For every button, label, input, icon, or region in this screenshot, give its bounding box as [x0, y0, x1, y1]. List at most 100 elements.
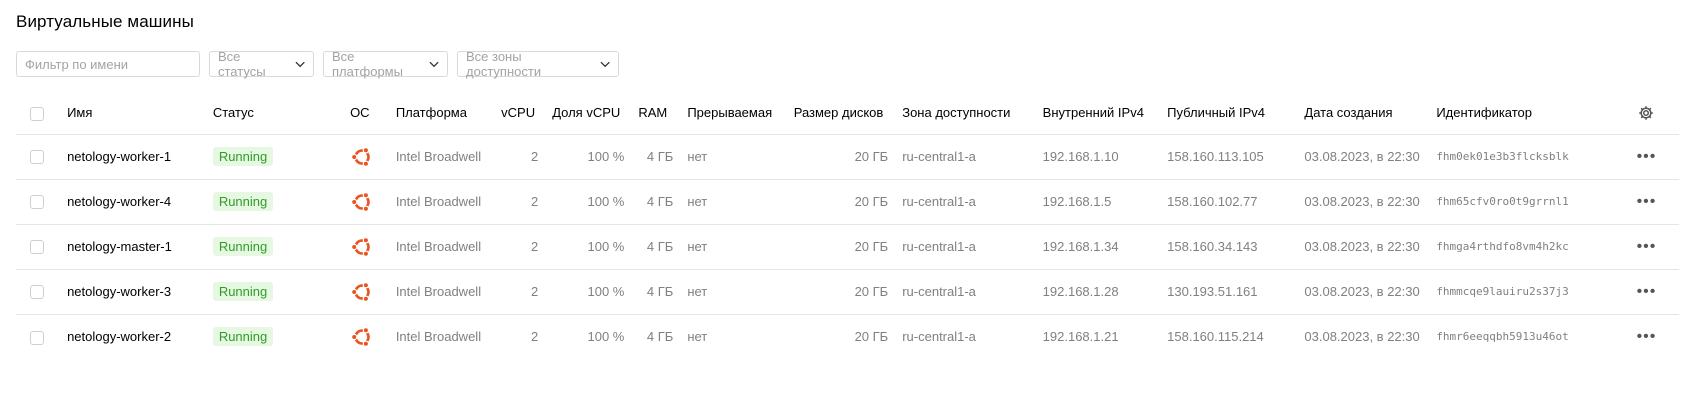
ubuntu-icon [351, 326, 370, 347]
vm-public-ip: 130.193.51.161 [1167, 284, 1258, 299]
vm-name[interactable]: netology-master-1 [67, 224, 213, 269]
vm-preemptible: нет [687, 194, 708, 209]
table-row[interactable]: netology-worker-3 Running Intel Broadwel… [16, 269, 1679, 314]
chevron-down-icon [295, 61, 305, 67]
row-checkbox[interactable] [30, 240, 44, 255]
vm-name[interactable]: netology-worker-3 [67, 269, 213, 314]
header-vcpu[interactable]: vCPU [501, 92, 552, 134]
vm-public-ip: 158.160.113.105 [1167, 149, 1264, 164]
vm-id[interactable]: fhmga4rthdfo8vm4h2kc [1436, 224, 1614, 269]
header-disk-size[interactable]: Размер дисков [794, 92, 903, 134]
header-preemptible[interactable]: Прерываемая [687, 92, 793, 134]
vm-name[interactable]: netology-worker-1 [67, 134, 213, 179]
header-status[interactable]: Статус [213, 92, 350, 134]
vm-os-cell [350, 269, 396, 314]
vm-name[interactable]: netology-worker-4 [67, 179, 213, 224]
header-internal-ip[interactable]: Внутренний IPv4 [1043, 92, 1167, 134]
zone-filter-label: Все зоны доступности [466, 49, 542, 79]
vm-list-page: Виртуальные машины Все статусы Все платф… [0, 0, 1695, 403]
vm-ram: 4 ГБ [646, 284, 674, 299]
gear-icon[interactable] [1638, 105, 1654, 121]
zone-filter-select[interactable]: Все зоны доступности [457, 49, 619, 79]
vm-os-cell [350, 179, 396, 224]
vm-vcpu-share: 100 % [587, 194, 625, 209]
vm-zone: ru-central1-a [902, 239, 976, 254]
status-filter-select[interactable]: Все статусы [209, 49, 314, 79]
vm-platform: Intel Broadwell [395, 329, 482, 345]
vm-internal-ip: 192.168.1.5 [1042, 194, 1112, 209]
vm-platform: Intel Broadwell [395, 284, 482, 299]
page-title: Виртуальные машины [16, 12, 194, 31]
row-actions-button[interactable]: ••• [1614, 314, 1679, 359]
header-public-ip[interactable]: Публичный IPv4 [1167, 92, 1304, 134]
row-actions-button[interactable]: ••• [1614, 224, 1679, 269]
row-actions-button[interactable]: ••• [1614, 134, 1679, 179]
vm-vcpu-share: 100 % [587, 329, 625, 345]
table-row[interactable]: netology-worker-2 Running Intel Broadwel… [16, 314, 1679, 359]
status-badge: Running [212, 327, 274, 347]
vm-preemptible: нет [687, 329, 708, 345]
vm-status-cell: Running [212, 179, 350, 224]
row-checkbox-cell [16, 134, 67, 179]
vm-internal-ip: 192.168.1.10 [1042, 149, 1119, 164]
header-os[interactable]: ОС [350, 92, 396, 134]
header-ram[interactable]: RAM [638, 92, 687, 134]
vm-status-cell: Running [212, 269, 350, 314]
vm-id[interactable]: fhm0ek01e3b3flcksblk [1436, 134, 1614, 179]
vm-os-cell [350, 224, 396, 269]
vm-status-cell: Running [212, 224, 350, 269]
table-header-row: Имя Статус ОС Платформа vCPU Доля vCPU R… [16, 92, 1679, 134]
row-checkbox-cell [16, 269, 67, 314]
row-checkbox[interactable] [30, 285, 44, 300]
header-name[interactable]: Имя [67, 92, 213, 134]
row-checkbox[interactable] [30, 150, 44, 165]
vm-vcpu: 2 [530, 239, 539, 254]
vm-created: 03.08.2023, в 22:30 [1304, 194, 1420, 209]
select-all-checkbox[interactable] [30, 106, 44, 121]
row-actions-button[interactable]: ••• [1614, 179, 1679, 224]
vm-vcpu: 2 [530, 284, 539, 299]
vm-disk-size: 20 ГБ [854, 194, 889, 209]
header-created[interactable]: Дата создания [1304, 92, 1436, 134]
table-row[interactable]: netology-worker-4 Running Intel Broadwel… [16, 179, 1679, 224]
status-badge: Running [212, 192, 274, 211]
name-filter-input[interactable] [16, 51, 200, 77]
vm-ram: 4 ГБ [646, 329, 674, 345]
header-vcpu-share[interactable]: Доля vCPU [552, 92, 638, 134]
vm-vcpu: 2 [530, 194, 539, 209]
vm-table: Имя Статус ОС Платформа vCPU Доля vCPU R… [16, 92, 1679, 359]
vm-disk-size: 20 ГБ [854, 239, 889, 254]
vm-id[interactable]: fhmr6eeqqbh5913u46ot [1436, 314, 1614, 359]
vm-vcpu-share: 100 % [587, 239, 625, 254]
platform-filter-label: Все платформы [332, 49, 403, 79]
table-row[interactable]: netology-worker-1 Running Intel Broadwel… [16, 134, 1679, 179]
table-row[interactable]: netology-master-1 Running Intel Broadwel… [16, 224, 1679, 269]
vm-status-cell: Running [212, 314, 350, 359]
header-settings-cell [1614, 92, 1679, 134]
vm-zone: ru-central1-a [902, 329, 976, 345]
header-platform[interactable]: Платформа [396, 92, 501, 134]
vm-ram: 4 ГБ [646, 194, 674, 209]
vm-disk-size: 20 ГБ [854, 149, 889, 164]
header-id[interactable]: Идентификатор [1436, 92, 1614, 134]
vm-ram: 4 ГБ [646, 149, 674, 164]
vm-ram: 4 ГБ [646, 239, 674, 254]
vm-status-cell: Running [212, 134, 350, 179]
header-checkbox-cell [16, 92, 67, 134]
status-badge: Running [212, 237, 274, 256]
vm-name[interactable]: netology-worker-2 [67, 314, 213, 359]
vm-disk-size: 20 ГБ [854, 284, 889, 299]
platform-filter-select[interactable]: Все платформы [323, 49, 448, 79]
vm-internal-ip: 192.168.1.34 [1042, 239, 1119, 254]
vm-platform: Intel Broadwell [395, 239, 482, 254]
vm-id[interactable]: fhm65cfv0ro0t9grrnl1 [1436, 179, 1614, 224]
row-checkbox[interactable] [30, 195, 44, 210]
vm-id[interactable]: fhmmcqe9lauiru2s37j3 [1436, 269, 1614, 314]
row-checkbox[interactable] [30, 330, 44, 345]
vm-vcpu: 2 [530, 149, 539, 164]
vm-public-ip: 158.160.34.143 [1167, 239, 1258, 254]
header-zone[interactable]: Зона доступности [902, 92, 1042, 134]
row-checkbox-cell [16, 224, 67, 269]
row-checkbox-cell [16, 314, 67, 359]
row-actions-button[interactable]: ••• [1614, 269, 1679, 314]
